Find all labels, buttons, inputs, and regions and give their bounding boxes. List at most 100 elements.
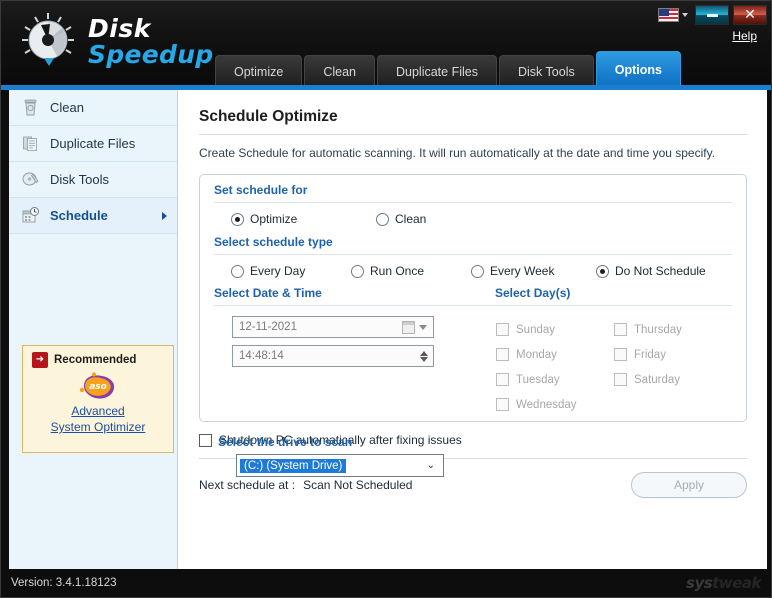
apply-button[interactable]: Apply bbox=[631, 472, 747, 498]
close-icon: ✕ bbox=[744, 7, 756, 23]
recommended-title: Recommended bbox=[54, 354, 137, 366]
checkbox-sunday-box bbox=[496, 323, 509, 336]
tab-options[interactable]: Options bbox=[595, 51, 681, 85]
sidebar: Clean Duplicate Files Disk Tools Schedul… bbox=[9, 90, 185, 597]
page-title: Schedule Optimize bbox=[199, 108, 338, 125]
date-time-column: Select Date & Time 12-11-2021 14:48:14 bbox=[214, 286, 468, 417]
radio-every-day-label: Every Day bbox=[250, 264, 306, 278]
left-frame-edge bbox=[1, 90, 9, 571]
checkbox-wednesday-label: Wednesday bbox=[516, 398, 577, 411]
tab-disk-tools[interactable]: Disk Tools bbox=[498, 55, 594, 85]
main-panel: Schedule Optimize Create Schedule for au… bbox=[179, 90, 767, 571]
recommended-panel: ➜ Recommended aso Advanced System Optimi… bbox=[22, 345, 174, 453]
version-label: Version: 3.4.1.18123 bbox=[11, 577, 117, 589]
schedule-columns: Select Date & Time 12-11-2021 14:48:14 S… bbox=[214, 286, 732, 417]
schedule-type-divider bbox=[214, 254, 732, 255]
radio-every-day-dot bbox=[231, 264, 244, 278]
tab-clean[interactable]: Clean bbox=[304, 55, 375, 85]
status-bar: Version: 3.4.1.18123 systweak bbox=[1, 569, 771, 597]
days-column: Select Day(s) Sunday Monday Tuesday Wedn… bbox=[468, 286, 732, 417]
checkbox-sunday[interactable]: Sunday bbox=[496, 317, 614, 342]
date-input[interactable]: 12-11-2021 bbox=[232, 316, 434, 338]
schedule-type-radio-group: Every Day Run Once Every Week Do Not Sch… bbox=[214, 264, 732, 278]
chevron-right-icon bbox=[162, 211, 167, 220]
time-stepper[interactable] bbox=[420, 350, 431, 362]
radio-optimize[interactable]: Optimize bbox=[231, 212, 376, 226]
stepper-down-icon bbox=[420, 356, 428, 362]
app-logo: Disk Speedup bbox=[17, 9, 214, 71]
watermark-part-2: tweak bbox=[712, 574, 761, 592]
checkbox-wednesday[interactable]: Wednesday bbox=[496, 392, 614, 417]
tab-duplicate-files-label: Duplicate Files bbox=[396, 64, 478, 79]
sidebar-item-disk-tools[interactable]: Disk Tools bbox=[9, 162, 177, 198]
speedometer-icon bbox=[17, 9, 79, 71]
checkbox-friday[interactable]: Friday bbox=[614, 342, 732, 367]
radio-do-not-schedule[interactable]: Do Not Schedule bbox=[596, 264, 706, 278]
select-days-label: Select Day(s) bbox=[495, 286, 571, 300]
title-divider bbox=[199, 134, 747, 135]
right-frame-edge bbox=[767, 90, 771, 571]
time-value: 14:48:14 bbox=[239, 350, 284, 362]
checkbox-friday-box bbox=[614, 348, 627, 361]
language-selector[interactable] bbox=[655, 6, 691, 24]
schedule-for-radio-group: Optimize Clean bbox=[214, 212, 732, 226]
advanced-system-optimizer-link[interactable]: Advanced System Optimizer bbox=[51, 403, 146, 435]
tab-optimize[interactable]: Optimize bbox=[215, 55, 303, 85]
trash-icon bbox=[21, 98, 40, 117]
tab-options-label: Options bbox=[614, 62, 662, 77]
title-bar: Disk Speedup ✕ Help Optimize Clean Dupli… bbox=[1, 1, 771, 85]
set-schedule-divider bbox=[214, 202, 732, 203]
radio-do-not-schedule-label: Do Not Schedule bbox=[615, 264, 706, 278]
sidebar-item-schedule[interactable]: Schedule bbox=[9, 198, 177, 234]
tab-disk-tools-label: Disk Tools bbox=[517, 64, 575, 79]
checkbox-tuesday[interactable]: Tuesday bbox=[496, 367, 614, 392]
calendar-dropdown-icon[interactable] bbox=[402, 320, 431, 334]
sidebar-item-duplicate-files[interactable]: Duplicate Files bbox=[9, 126, 177, 162]
page-subtitle: Create Schedule for automatic scanning. … bbox=[199, 146, 716, 160]
radio-every-week[interactable]: Every Week bbox=[471, 264, 596, 278]
watermark-part-1: sys bbox=[686, 574, 713, 592]
stepper-up-icon bbox=[420, 350, 428, 356]
minimize-button[interactable] bbox=[695, 5, 729, 25]
drive-select[interactable]: (C:) (System Drive) ⌄ bbox=[236, 454, 444, 477]
main-tabs: Optimize Clean Duplicate Files Disk Tool… bbox=[215, 51, 683, 85]
radio-every-day[interactable]: Every Day bbox=[231, 264, 351, 278]
days-column-1: Sunday Monday Tuesday Wednesday bbox=[496, 317, 614, 417]
shutdown-checkbox-box bbox=[199, 433, 212, 447]
radio-run-once-dot bbox=[351, 264, 364, 278]
select-schedule-type-label: Select schedule type bbox=[214, 235, 333, 249]
checkbox-saturday-box bbox=[614, 373, 627, 386]
brand-line-2: Speedup bbox=[88, 39, 214, 69]
radio-optimize-dot bbox=[231, 212, 244, 226]
tab-duplicate-files[interactable]: Duplicate Files bbox=[377, 55, 497, 85]
radio-do-not-schedule-dot bbox=[596, 264, 609, 278]
checkbox-wednesday-box bbox=[496, 398, 509, 411]
checkbox-thursday[interactable]: Thursday bbox=[614, 317, 732, 342]
select-date-time-label: Select Date & Time bbox=[214, 286, 322, 300]
svg-text:aso: aso bbox=[89, 382, 107, 392]
days-divider bbox=[468, 305, 732, 306]
radio-clean-label: Clean bbox=[395, 212, 427, 226]
application-window: Disk Speedup ✕ Help Optimize Clean Dupli… bbox=[0, 0, 772, 598]
recommended-header: ➜ Recommended bbox=[32, 352, 136, 368]
sidebar-item-clean[interactable]: Clean bbox=[9, 90, 177, 126]
tab-optimize-label: Optimize bbox=[234, 64, 284, 79]
time-input[interactable]: 14:48:14 bbox=[232, 345, 434, 367]
date-value: 12-11-2021 bbox=[239, 321, 297, 333]
brand-line-1: Disk bbox=[88, 13, 151, 43]
checkbox-saturday[interactable]: Saturday bbox=[614, 367, 732, 392]
checkbox-monday-box bbox=[496, 348, 509, 361]
checkbox-monday[interactable]: Monday bbox=[496, 342, 614, 367]
radio-clean[interactable]: Clean bbox=[376, 212, 426, 226]
apply-button-label: Apply bbox=[673, 478, 705, 492]
checkbox-sunday-label: Sunday bbox=[516, 323, 556, 336]
documents-icon bbox=[21, 134, 40, 153]
checkbox-saturday-label: Saturday bbox=[634, 373, 681, 386]
date-time-divider bbox=[214, 305, 468, 306]
us-flag-icon bbox=[658, 8, 679, 22]
help-link[interactable]: Help bbox=[732, 29, 757, 43]
close-button[interactable]: ✕ bbox=[733, 5, 767, 25]
radio-every-week-label: Every Week bbox=[490, 264, 555, 278]
radio-run-once[interactable]: Run Once bbox=[351, 264, 471, 278]
select-drive-label: Select the drive to scan bbox=[218, 435, 353, 449]
